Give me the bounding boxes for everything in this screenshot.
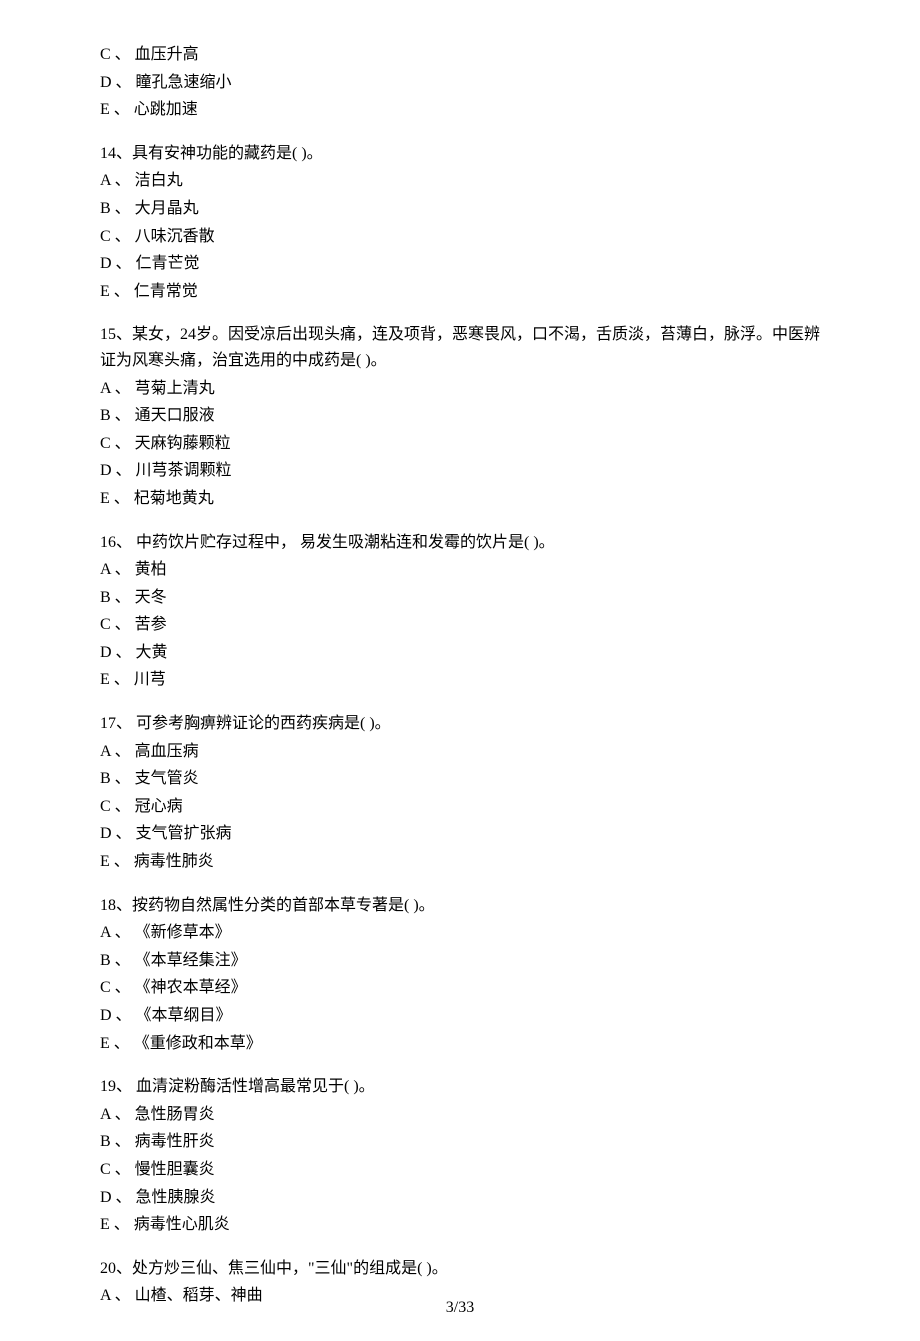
option-item: D 、 仁青芒觉 <box>100 251 820 277</box>
question-18: 18、按药物自然属性分类的首部本草专著是( )。 A 、 《新修草本》 B 、 … <box>100 893 820 1057</box>
option-item: D 、 川芎茶调颗粒 <box>100 458 820 484</box>
option-item: C 、 《神农本草经》 <box>100 975 820 1001</box>
option-item: D 、 瞳孔急速缩小 <box>100 70 820 96</box>
option-item: A 、 急性肠胃炎 <box>100 1102 820 1128</box>
question-19: 19、 血清淀粉酶活性增高最常见于( )。 A 、 急性肠胃炎 B 、 病毒性肝… <box>100 1074 820 1238</box>
option-item: E 、 《重修政和本草》 <box>100 1031 820 1057</box>
option-item: A 、 《新修草本》 <box>100 920 820 946</box>
option-item: E 、 病毒性肺炎 <box>100 849 820 875</box>
option-item: D 、 急性胰腺炎 <box>100 1185 820 1211</box>
page-number: 3/33 <box>0 1295 920 1321</box>
partial-options-top: C 、 血压升高 D 、 瞳孔急速缩小 E 、 心跳加速 <box>100 42 820 123</box>
option-item: B 、 天冬 <box>100 585 820 611</box>
question-14: 14、具有安神功能的藏药是( )。 A 、 洁白丸 B 、 大月晶丸 C 、 八… <box>100 141 820 305</box>
option-item: C 、 冠心病 <box>100 794 820 820</box>
option-item: E 、 杞菊地黄丸 <box>100 486 820 512</box>
option-item: C 、 天麻钩藤颗粒 <box>100 431 820 457</box>
option-item: C 、 苦参 <box>100 612 820 638</box>
option-item: E 、 川芎 <box>100 667 820 693</box>
option-item: A 、 高血压病 <box>100 739 820 765</box>
question-text: 15、某女，24岁。因受凉后出现头痛，连及项背，恶寒畏风，口不渴，舌质淡，苔薄白… <box>100 322 820 373</box>
option-item: B 、 大月晶丸 <box>100 196 820 222</box>
question-17: 17、 可参考胸痹辨证论的西药疾病是( )。 A 、 高血压病 B 、 支气管炎… <box>100 711 820 875</box>
option-item: C 、 八味沉香散 <box>100 224 820 250</box>
option-item: A 、 黄柏 <box>100 557 820 583</box>
question-text: 20、处方炒三仙、焦三仙中，"三仙"的组成是( )。 <box>100 1256 820 1282</box>
option-item: D 、 大黄 <box>100 640 820 666</box>
option-item: A 、 芎菊上清丸 <box>100 376 820 402</box>
question-text: 14、具有安神功能的藏药是( )。 <box>100 141 820 167</box>
question-text: 16、 中药饮片贮存过程中， 易发生吸潮粘连和发霉的饮片是( )。 <box>100 530 820 556</box>
question-text: 17、 可参考胸痹辨证论的西药疾病是( )。 <box>100 711 820 737</box>
option-item: D 、 支气管扩张病 <box>100 821 820 847</box>
option-item: E 、 仁青常觉 <box>100 279 820 305</box>
option-item: B 、 病毒性肝炎 <box>100 1129 820 1155</box>
question-text: 18、按药物自然属性分类的首部本草专著是( )。 <box>100 893 820 919</box>
option-item: B 、 《本草经集注》 <box>100 948 820 974</box>
option-item: C 、 慢性胆囊炎 <box>100 1157 820 1183</box>
option-item: B 、 通天口服液 <box>100 403 820 429</box>
option-item: D 、 《本草纲目》 <box>100 1003 820 1029</box>
question-16: 16、 中药饮片贮存过程中， 易发生吸潮粘连和发霉的饮片是( )。 A 、 黄柏… <box>100 530 820 694</box>
question-15: 15、某女，24岁。因受凉后出现头痛，连及项背，恶寒畏风，口不渴，舌质淡，苔薄白… <box>100 322 820 511</box>
option-item: E 、 病毒性心肌炎 <box>100 1212 820 1238</box>
question-text: 19、 血清淀粉酶活性增高最常见于( )。 <box>100 1074 820 1100</box>
option-item: C 、 血压升高 <box>100 42 820 68</box>
option-item: A 、 洁白丸 <box>100 168 820 194</box>
option-item: E 、 心跳加速 <box>100 97 820 123</box>
option-item: B 、 支气管炎 <box>100 766 820 792</box>
